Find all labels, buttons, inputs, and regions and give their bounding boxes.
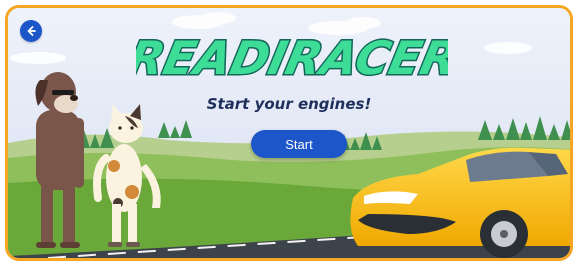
game-frame: READIRACER Start your engines! Start — [5, 5, 573, 261]
arrow-left-icon — [27, 26, 36, 36]
start-button[interactable]: Start — [251, 130, 347, 158]
svg-text:READIRACER: READIRACER — [136, 31, 448, 84]
readiracer-logo: READIRACER — [136, 30, 448, 86]
subtitle: Start your engines! — [206, 95, 372, 113]
back-button[interactable] — [20, 20, 42, 42]
